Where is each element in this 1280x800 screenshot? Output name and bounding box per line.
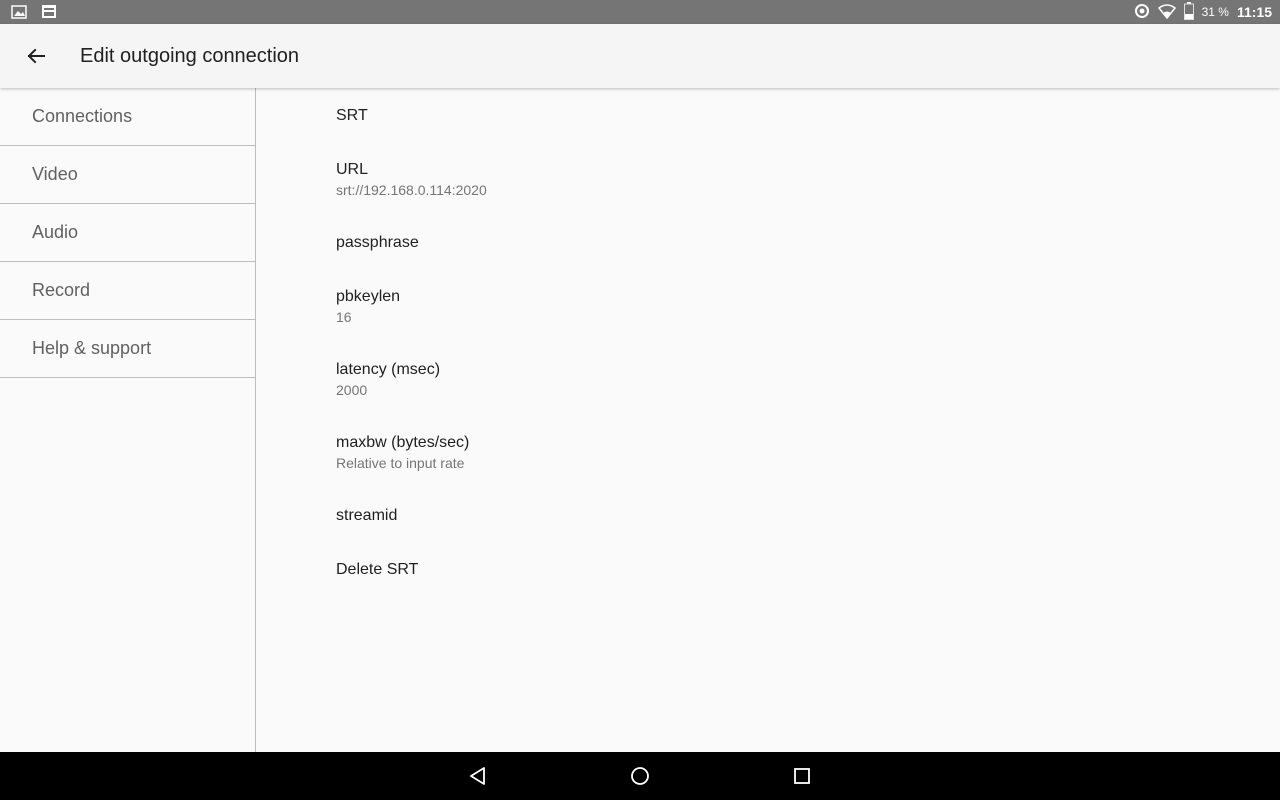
battery-icon <box>1183 1 1194 23</box>
battery-percent: 31 % <box>1201 5 1229 19</box>
sidebar-item-audio[interactable]: Audio <box>0 204 255 262</box>
pref-title: Delete SRT <box>336 561 419 578</box>
sidebar-item-connections[interactable]: Connections <box>0 88 255 146</box>
wifi-icon <box>1157 3 1176 22</box>
pref-summary: srt://192.168.0.114:2020 <box>336 182 487 198</box>
image-icon <box>10 3 28 26</box>
pref-title: streamid <box>336 507 398 524</box>
arrow-back-icon[interactable] <box>20 40 52 72</box>
sidebar-item-label: Audio <box>32 222 79 242</box>
pref-maxbw[interactable]: maxbw (bytes/sec) Relative to input rate <box>336 434 469 471</box>
pref-summary: Relative to input rate <box>336 455 465 471</box>
pref-summary: 16 <box>336 309 352 325</box>
pref-streamid[interactable]: streamid <box>336 507 397 525</box>
sidebar-item-label: Record <box>32 280 91 300</box>
data-saver-icon <box>1134 3 1150 22</box>
pref-title: maxbw (bytes/sec) <box>336 434 470 451</box>
clock: 11:15 <box>1236 4 1272 20</box>
sidebar-item-label: Video <box>32 164 78 184</box>
sidebar-item-video[interactable]: Video <box>0 146 255 204</box>
sidebar: Connections Video Audio Record Help & su… <box>0 88 256 752</box>
page-title: Edit outgoing connection <box>80 45 300 67</box>
app-bar: Edit outgoing connection <box>0 24 1280 88</box>
pref-title: URL <box>336 161 369 178</box>
navigation-bar <box>0 752 1280 800</box>
pref-title: SRT <box>336 107 368 124</box>
pref-title: pbkeylen <box>336 288 401 305</box>
pref-url[interactable]: URL srt://192.168.0.114:2020 <box>336 161 487 198</box>
pref-latency[interactable]: latency (msec) 2000 <box>336 361 440 398</box>
preferences-pane: SRT URL srt://192.168.0.114:2020 passphr… <box>256 88 1280 752</box>
pref-summary: 2000 <box>336 382 368 398</box>
sidebar-item-label: Connections <box>32 106 133 126</box>
pref-pbkeylen[interactable]: pbkeylen 16 <box>336 288 400 325</box>
sidebar-item-record[interactable]: Record <box>0 262 255 320</box>
nav-back-icon[interactable] <box>466 764 490 788</box>
cast-screen-icon <box>40 3 58 26</box>
pref-title: passphrase <box>336 234 419 251</box>
nav-home-icon[interactable] <box>628 764 652 788</box>
status-bar: 31 % 11:15 <box>0 0 1280 24</box>
pref-passphrase[interactable]: passphrase <box>336 234 419 252</box>
pref-title: latency (msec) <box>336 361 441 378</box>
nav-recents-icon[interactable] <box>790 764 814 788</box>
pref-srt[interactable]: SRT <box>336 107 368 125</box>
delete-srt-button[interactable]: Delete SRT <box>336 561 418 579</box>
sidebar-item-help-support[interactable]: Help & support <box>0 320 255 378</box>
sidebar-item-label: Help & support <box>32 338 152 358</box>
